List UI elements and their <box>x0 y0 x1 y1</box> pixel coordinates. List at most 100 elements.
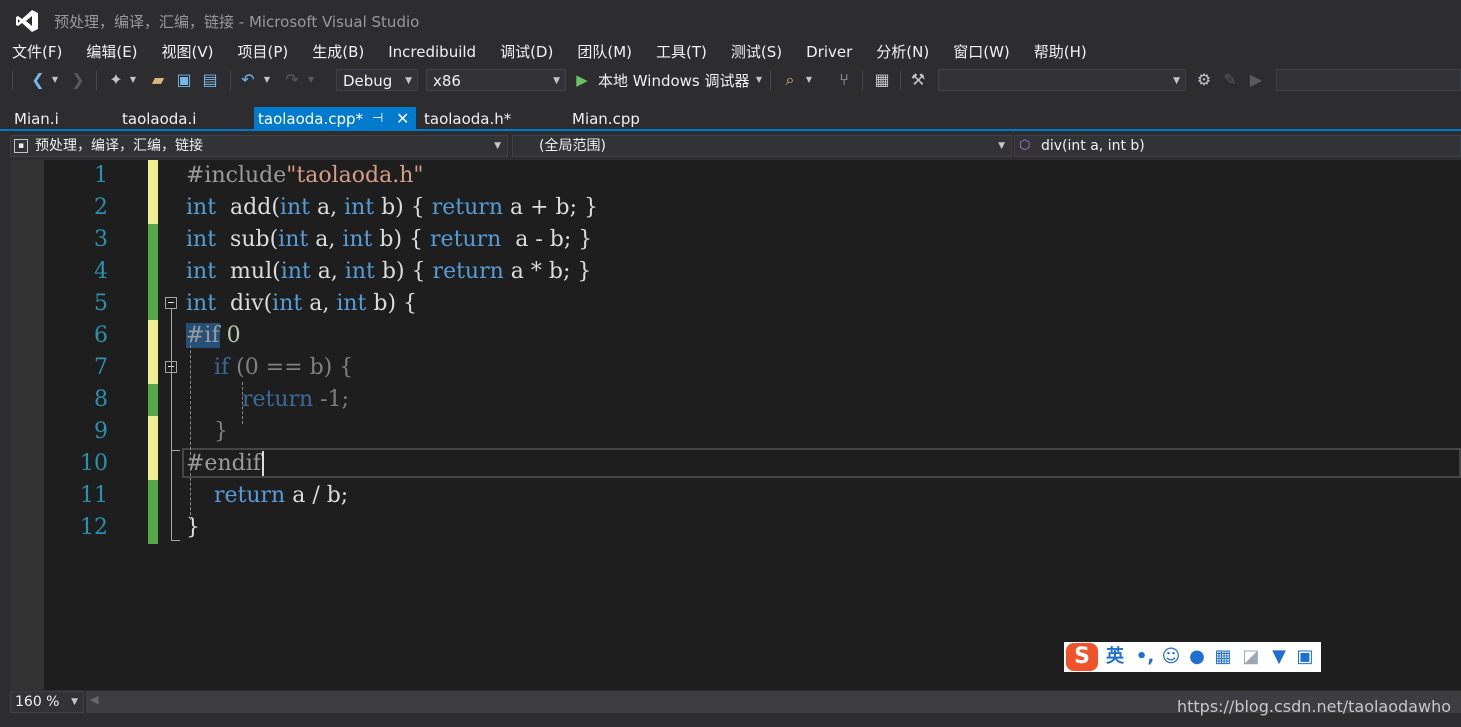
menu-item[interactable]: 项目(P) <box>226 40 289 64</box>
tab-taolaoda-h[interactable]: taolaoda.h* <box>418 107 568 131</box>
toolbar-grip <box>12 71 13 91</box>
menu-item[interactable]: 窗口(W) <box>941 40 1010 64</box>
line-number: 7 <box>94 355 108 380</box>
menu-item[interactable]: 帮助(H) <box>1022 40 1087 64</box>
code-line[interactable]: if (0 == b) { <box>186 352 353 384</box>
change-tracking-bar <box>148 416 158 448</box>
dropdown-arrow-icon[interactable]: ▼ <box>804 70 814 90</box>
code-line[interactable]: } <box>186 416 228 448</box>
start-debugging-icon[interactable]: ▶ <box>572 70 592 90</box>
open-file-icon[interactable]: ▰ <box>148 70 168 90</box>
code-token: a * b; } <box>503 259 592 284</box>
menu-item[interactable]: 编辑(E) <box>74 40 137 64</box>
menu-item[interactable]: 文件(F) <box>0 40 62 64</box>
forward-navigation-icon[interactable]: ❯ <box>68 70 88 90</box>
visual-studio-logo-icon[interactable] <box>14 8 40 34</box>
toolbar-combo-box[interactable]: ▼ <box>938 69 1186 91</box>
menu-item[interactable]: Incredibuild <box>376 40 476 64</box>
zoom-level-dropdown[interactable]: 160 % ▼ <box>10 691 84 713</box>
code-token: } <box>186 515 200 540</box>
skin-icon[interactable]: ▼ <box>1268 646 1290 668</box>
back-navigation-icon[interactable]: ❮ <box>28 70 48 90</box>
save-icon[interactable]: ▣ <box>174 70 194 90</box>
tab-mian-i[interactable]: Mian.i <box>0 107 108 131</box>
tab-label: Mian.cpp <box>572 110 640 128</box>
find-in-files-icon[interactable]: ⌕ <box>780 70 800 90</box>
scroll-left-icon[interactable]: ◀ <box>90 693 98 706</box>
dropdown-arrow-icon[interactable]: ▼ <box>128 70 138 90</box>
user-icon[interactable]: ◪ <box>1240 646 1262 668</box>
zoom-value: 160 % <box>15 694 60 710</box>
dropdown-arrow-icon[interactable]: ▼ <box>306 70 316 90</box>
code-token: #endif <box>186 451 261 476</box>
ime-toolbar: S 英 •, ☺ ● ▦ ◪ ▼ ▣ <box>1064 642 1321 672</box>
play-icon[interactable]: ▶ <box>1246 70 1266 90</box>
code-line[interactable]: #include"taolaoda.h" <box>186 160 423 192</box>
emoji-icon[interactable]: ☺ <box>1160 646 1182 668</box>
code-line[interactable]: #endif <box>186 448 264 480</box>
microphone-icon[interactable]: ● <box>1186 646 1208 668</box>
code-token: int <box>186 259 217 284</box>
change-tracking-bar <box>148 160 158 192</box>
solution-configuration-dropdown[interactable]: Debug ▼ <box>336 69 418 91</box>
ime-language-toggle[interactable]: 英 <box>1104 646 1126 668</box>
text-caret <box>261 451 264 476</box>
code-line[interactable]: #if 0 <box>186 320 241 352</box>
member-dropdown[interactable]: ⬡ div(int a, int b) <box>1014 135 1461 157</box>
pencil-icon[interactable]: ✎ <box>1220 70 1240 90</box>
code-line[interactable]: } <box>186 512 200 544</box>
code-line[interactable]: int mul(int a, int b) { return a * b; } <box>186 256 591 288</box>
tab-mian-cpp[interactable]: Mian.cpp <box>558 107 678 131</box>
code-token: a / b; <box>285 483 349 508</box>
menu-item[interactable]: 工具(T) <box>644 40 707 64</box>
toolbar-separator <box>770 71 771 91</box>
punctuation-icon[interactable]: •, <box>1134 646 1156 668</box>
code-token: return <box>431 195 503 220</box>
collapse-div-function-icon[interactable] <box>165 297 177 309</box>
redo-icon[interactable]: ↷ <box>282 70 302 90</box>
dropdown-arrow-icon: ▼ <box>1173 76 1180 86</box>
attach-process-icon[interactable]: ⚙ <box>1194 70 1214 90</box>
new-project-icon[interactable]: ✦ <box>106 70 126 90</box>
menu-item[interactable]: 分析(N) <box>864 40 929 64</box>
close-tab-icon[interactable]: ✕ <box>396 107 409 131</box>
change-tracking-bar <box>148 512 158 544</box>
build-icon[interactable]: ⚒ <box>908 70 928 90</box>
undo-icon[interactable]: ↶ <box>238 70 258 90</box>
tab-taolaoda-cpp[interactable]: taolaoda.cpp* ⊣ ✕ <box>254 107 416 131</box>
comment-icon[interactable]: ▦ <box>872 70 892 90</box>
code-line[interactable]: return a / b; <box>186 480 348 512</box>
solution-platform-dropdown[interactable]: x86 ▼ <box>426 69 566 91</box>
code-token: return <box>432 259 504 284</box>
toolbox-icon[interactable]: ▣ <box>1294 646 1316 668</box>
dropdown-arrow-icon[interactable]: ▼ <box>754 70 764 90</box>
dropdown-arrow-icon[interactable]: ▼ <box>50 70 60 90</box>
code-token: return <box>430 227 502 252</box>
code-token: int <box>272 291 303 316</box>
menu-item[interactable]: 测试(S) <box>719 40 782 64</box>
keyboard-icon[interactable]: ▦ <box>1212 646 1234 668</box>
project-dropdown[interactable]: ▪ 预处理，编译，汇编，链接 ▼ <box>10 135 508 157</box>
search-box[interactable] <box>1276 69 1461 91</box>
scope-dropdown[interactable]: (全局范围) ▼ <box>512 135 1012 157</box>
menu-item[interactable]: 团队(M) <box>565 40 632 64</box>
tab-label: taolaoda.h* <box>424 110 512 128</box>
menu-item[interactable]: 生成(B) <box>300 40 364 64</box>
tab-taolaoda-i[interactable]: taolaoda.i <box>108 107 254 131</box>
sogou-logo-icon[interactable]: S <box>1066 643 1098 671</box>
pin-tab-icon[interactable]: ⊣ <box>372 107 383 131</box>
menu-item[interactable]: Driver <box>794 40 852 64</box>
line-number: 12 <box>80 515 108 540</box>
git-branch-icon[interactable]: ⑂ <box>834 70 854 90</box>
code-line[interactable]: int sub(int a, int b) { return a - b; } <box>186 224 592 256</box>
menu-item[interactable]: 视图(V) <box>150 40 214 64</box>
code-line[interactable]: return -1; <box>186 384 349 416</box>
code-line[interactable]: int add(int a, int b) { return a + b; } <box>186 192 598 224</box>
menu-item[interactable]: 调试(D) <box>488 40 553 64</box>
start-debugging-button[interactable]: 本地 Windows 调试器 <box>598 70 750 92</box>
code-token: a, <box>310 259 345 284</box>
save-all-icon[interactable]: ▤ <box>200 70 220 90</box>
code-line[interactable]: int div(int a, int b) { <box>186 288 417 320</box>
dropdown-arrow-icon[interactable]: ▼ <box>262 70 272 90</box>
